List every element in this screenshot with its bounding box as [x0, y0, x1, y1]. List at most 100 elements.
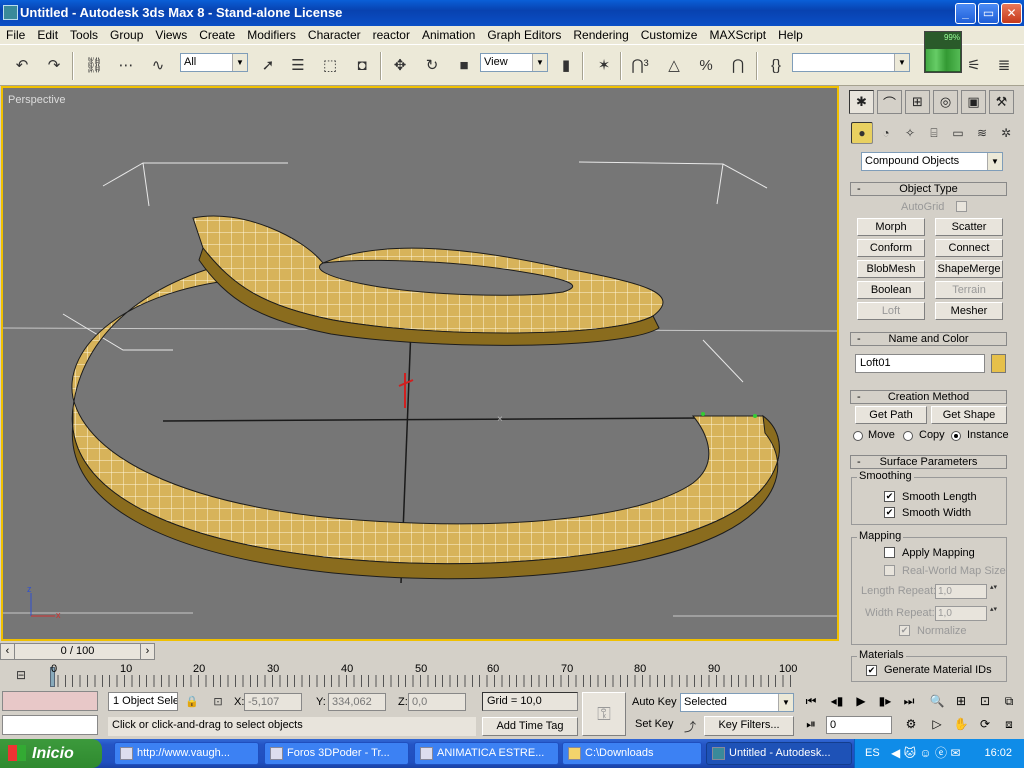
menu-create[interactable]: Create [193, 26, 241, 44]
previous-frame-icon[interactable]: ◂▮ [826, 692, 848, 710]
rectangular-selection-icon[interactable]: ⬚ [318, 53, 342, 77]
scatter-button[interactable]: Scatter [935, 218, 1003, 236]
taskbar-item[interactable]: ANIMATICA ESTRE... [414, 742, 559, 765]
menu-animation[interactable]: Animation [416, 26, 481, 44]
undo-icon[interactable]: ↶ [10, 53, 34, 77]
move-radio[interactable] [853, 431, 863, 441]
instance-radio[interactable] [951, 431, 961, 441]
slider-right-arrow-icon[interactable]: › [140, 644, 154, 659]
modify-tab-icon[interactable]: ⌒ [877, 90, 902, 114]
go-to-start-icon[interactable]: ⏮ [800, 692, 822, 710]
space-warps-icon[interactable]: ≋ [971, 122, 993, 144]
menu-character[interactable]: Character [302, 26, 367, 44]
named-selection-dropdown[interactable]: ▼ [792, 53, 910, 72]
curve-editor-icon[interactable]: ⊟ [10, 665, 32, 685]
utilities-tab-icon[interactable]: ⚒ [989, 90, 1014, 114]
generate-material-ids-checkbox[interactable]: ✔ [866, 665, 877, 676]
close-button[interactable]: ✕ [1001, 3, 1022, 24]
name-and-color-rollout[interactable]: - Name and Color [850, 332, 1007, 346]
arc-rotate-icon[interactable]: ⟳ [974, 715, 996, 733]
select-and-move-icon[interactable]: ✥ [388, 53, 412, 77]
select-and-manipulate-icon[interactable]: ✶ [592, 53, 616, 77]
menu-customize[interactable]: Customize [635, 26, 704, 44]
smooth-width-checkbox[interactable]: ✔ [884, 507, 895, 518]
create-tab-icon[interactable]: ✱ [849, 90, 874, 114]
motion-tab-icon[interactable]: ◎ [933, 90, 958, 114]
get-path-button[interactable]: Get Path [855, 406, 927, 424]
autogrid-checkbox[interactable] [956, 201, 967, 212]
zoom-icon[interactable]: 🔍 [926, 692, 948, 710]
menu-group[interactable]: Group [104, 26, 149, 44]
reference-coordinate-dropdown[interactable]: View ▼ [480, 53, 548, 72]
time-slider[interactable]: ‹ 0 / 100 › [0, 643, 155, 660]
start-button[interactable]: Inicio [0, 739, 102, 768]
absolute-mode-icon[interactable]: ⊡ [208, 692, 228, 711]
display-tab-icon[interactable]: ▣ [961, 90, 986, 114]
boolean-button[interactable]: Boolean [857, 281, 925, 299]
language-indicator[interactable]: ES [865, 739, 880, 768]
geometry-icon[interactable]: ● [851, 122, 873, 144]
creation-method-rollout[interactable]: - Creation Method [850, 390, 1007, 404]
menu-views[interactable]: Views [149, 26, 193, 44]
menu-tools[interactable]: Tools [64, 26, 104, 44]
bind-space-warp-icon[interactable]: ∿ [146, 53, 170, 77]
menu-help[interactable]: Help [772, 26, 809, 44]
real-world-checkbox[interactable] [884, 565, 895, 576]
width-repeat-spinner[interactable]: 1,0 [935, 606, 998, 621]
terrain-button[interactable]: Terrain [935, 281, 1003, 299]
minimize-button[interactable]: _ [955, 3, 976, 24]
zoom-extents-all-icon[interactable]: ⧉ [998, 692, 1020, 710]
taskbar-item[interactable]: http://www.vaugh... [114, 742, 259, 765]
key-filters-button[interactable]: Key Filters... [704, 716, 794, 736]
slider-left-arrow-icon[interactable]: ‹ [1, 644, 15, 659]
mirror-icon[interactable]: ⚟ [962, 53, 986, 77]
layer-manager-icon[interactable]: ≣ [992, 53, 1016, 77]
shapemerge-button[interactable]: ShapeMerge [935, 260, 1003, 278]
selection-lock-icon[interactable]: 🔒 [182, 692, 202, 711]
lights-icon[interactable]: ✧ [899, 122, 921, 144]
y-coordinate-field[interactable]: 334,062 [328, 693, 386, 711]
apply-mapping-checkbox[interactable] [884, 547, 895, 558]
helpers-icon[interactable]: ▭ [947, 122, 969, 144]
surface-parameters-rollout[interactable]: - Surface Parameters [850, 455, 1007, 469]
object-name-field[interactable]: Loft01 [855, 354, 985, 373]
menu-rendering[interactable]: Rendering [567, 26, 634, 44]
spinner-snap-icon[interactable]: ⋂ [726, 53, 750, 77]
redo-icon[interactable]: ↷ [42, 53, 66, 77]
unlink-icon[interactable]: ⋯ [114, 53, 138, 77]
key-mode-dropdown[interactable]: Selected ▼ [680, 693, 794, 712]
menu-modifiers[interactable]: Modifiers [241, 26, 302, 44]
hierarchy-tab-icon[interactable]: ⊞ [905, 90, 930, 114]
named-selection-sets-icon[interactable]: {} [764, 53, 788, 77]
track-bar[interactable]: ⊟ 0 10 20 30 40 50 60 70 80 90 100 [0, 663, 843, 689]
snaps-toggle-icon[interactable]: ⋂³ [628, 53, 652, 77]
select-by-name-icon[interactable]: ☰ [286, 53, 310, 77]
next-frame-icon[interactable]: ▮▸ [874, 692, 896, 710]
cameras-icon[interactable]: ⌸ [923, 122, 945, 144]
taskbar-item[interactable]: Foros 3DPoder - Tr... [264, 742, 409, 765]
menu-file[interactable]: File [0, 26, 31, 44]
taskbar-item[interactable]: C:\Downloads [562, 742, 702, 765]
select-object-icon[interactable]: ➚ [256, 53, 280, 77]
angle-snap-icon[interactable]: △ [662, 53, 686, 77]
length-repeat-spinner[interactable]: 1,0 [935, 584, 998, 599]
shapes-icon[interactable]: ◔ [875, 122, 897, 144]
category-dropdown[interactable]: Compound Objects ▼ [861, 152, 1003, 171]
maximize-viewport-icon[interactable]: ⧈ [998, 715, 1020, 733]
menu-reactor[interactable]: reactor [367, 26, 416, 44]
select-and-link-icon[interactable]: ⛓ [82, 53, 106, 77]
perspective-viewport[interactable]: Perspective × z x [1, 86, 839, 641]
set-key-label[interactable]: Set Key [635, 718, 674, 730]
window-crossing-icon[interactable]: ◘ [350, 53, 374, 77]
maxscript-listener-pink[interactable] [2, 691, 98, 711]
systems-icon[interactable]: ✲ [995, 122, 1017, 144]
pan-icon[interactable]: ✋ [950, 715, 972, 733]
connect-button[interactable]: Connect [935, 239, 1003, 257]
pivot-center-icon[interactable]: ▮ [554, 53, 578, 77]
field-of-view-icon[interactable]: ▷ [926, 715, 948, 733]
menu-edit[interactable]: Edit [31, 26, 64, 44]
menu-maxscript[interactable]: MAXScript [703, 26, 772, 44]
app-icon[interactable] [3, 5, 18, 20]
taskbar-item-active[interactable]: Untitled - Autodesk... [706, 742, 852, 765]
select-and-rotate-icon[interactable]: ↻ [420, 53, 444, 77]
